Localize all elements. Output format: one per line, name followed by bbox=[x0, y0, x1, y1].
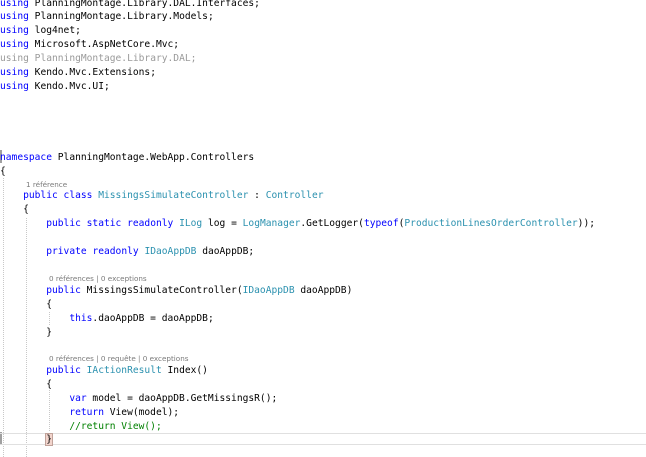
keyword-public: public bbox=[46, 218, 81, 229]
keyword-using: using bbox=[0, 67, 29, 78]
code-line: { bbox=[0, 298, 52, 311]
base-class: Controller bbox=[265, 190, 324, 201]
code-line: { bbox=[0, 378, 52, 391]
dao-field: daoAppDB; bbox=[196, 246, 255, 257]
code-line: return View(model); bbox=[0, 406, 179, 419]
keyword-readonly: readonly bbox=[127, 218, 174, 229]
close-brace-highlighted[interactable]: } bbox=[45, 433, 53, 446]
keyword-using: using bbox=[0, 0, 29, 9]
typeof-argument: ProductionLinesOrderController bbox=[404, 218, 578, 229]
keyword-using: using bbox=[0, 39, 29, 50]
code-line: using Kendo.Mvc.UI; bbox=[0, 80, 110, 93]
code-line: public MissingsSimulateController(IDaoAp… bbox=[0, 284, 352, 297]
open-brace: { bbox=[0, 166, 6, 177]
code-editor[interactable]: using PlanningMontage.Library.DAL.Interf… bbox=[0, 0, 646, 457]
using-namespace: Microsoft.AspNetCore.Mvc; bbox=[34, 39, 180, 50]
keyword-readonly: readonly bbox=[92, 246, 139, 257]
code-line: private readonly IDaoAppDB daoAppDB; bbox=[0, 245, 254, 258]
code-line[interactable]: } bbox=[0, 433, 53, 446]
codelens-index-references[interactable]: 0 références | 0 requête | 0 exceptions bbox=[49, 354, 189, 364]
logmanager-type: LogManager bbox=[242, 218, 301, 229]
keyword-return: return bbox=[69, 407, 104, 418]
code-line: using PlanningMontage.Library.DAL.Interf… bbox=[0, 0, 260, 10]
keyword-namespace: namespace bbox=[0, 152, 52, 163]
ilog-type: ILog bbox=[179, 218, 203, 229]
code-line: using Microsoft.AspNetCore.Mvc; bbox=[0, 38, 179, 51]
keyword-this: this bbox=[69, 313, 93, 324]
codelens-constructor-references[interactable]: 0 références | 0 exceptions bbox=[49, 274, 147, 284]
code-line: using log4net; bbox=[0, 24, 81, 37]
constructor-name: MissingsSimulateController( bbox=[86, 285, 243, 296]
class-name: MissingsSimulateController bbox=[98, 190, 249, 201]
code-line: this.daoAppDB = daoAppDB; bbox=[0, 312, 214, 325]
action-result-type: IActionResult bbox=[86, 365, 162, 376]
keyword-public: public bbox=[23, 190, 58, 201]
keyword-typeof: typeof bbox=[363, 218, 399, 229]
keyword-private: private bbox=[46, 246, 87, 257]
colon: : bbox=[248, 190, 266, 201]
code-line: public IActionResult Index() bbox=[0, 364, 208, 377]
constructor-body: .daoAppDB = daoAppDB; bbox=[92, 313, 214, 324]
code-line: namespace PlanningMontage.WebApp.Control… bbox=[0, 151, 254, 164]
using-namespace: Kendo.Mvc.Extensions; bbox=[34, 67, 156, 78]
keyword-static: static bbox=[86, 218, 122, 229]
getlogger-call: .GetLogger( bbox=[300, 218, 364, 229]
code-line: } bbox=[0, 326, 52, 339]
namespace-name: PlanningMontage.WebApp.Controllers bbox=[57, 152, 255, 163]
using-namespace: PlanningMontage.Library.Models; bbox=[34, 11, 214, 22]
using-namespace: log4net; bbox=[34, 25, 81, 36]
constructor-param: daoAppDB) bbox=[294, 285, 353, 296]
using-namespace: Kendo.Mvc.UI; bbox=[34, 81, 110, 92]
code-line: var model = daoAppDB.GetMissingsR(); bbox=[0, 392, 277, 405]
code-line: using Kendo.Mvc.Extensions; bbox=[0, 66, 156, 79]
close-brace: } bbox=[46, 327, 52, 338]
comment-return: //return View(); bbox=[69, 421, 162, 432]
code-line: using PlanningMontage.Library.Models; bbox=[0, 10, 214, 23]
getlogger-end: )); bbox=[577, 218, 595, 229]
open-brace: { bbox=[46, 299, 52, 310]
index-signature: Index() bbox=[161, 365, 208, 376]
keyword-var: var bbox=[69, 393, 87, 404]
using-namespace: PlanningMontage.Library.DAL.Interfaces; bbox=[34, 0, 260, 9]
current-line-highlight bbox=[0, 433, 646, 445]
dao-type: IDaoAppDB bbox=[242, 285, 295, 296]
log-assign: log = bbox=[202, 218, 243, 229]
keyword-public: public bbox=[46, 285, 81, 296]
open-brace: { bbox=[23, 204, 29, 215]
open-brace: { bbox=[46, 379, 52, 390]
var-model-statement: model = daoAppDB.GetMissingsR(); bbox=[86, 393, 278, 404]
code-line: { bbox=[0, 165, 6, 178]
using-namespace: PlanningMontage.Library.DAL; bbox=[34, 53, 197, 64]
keyword-using: using bbox=[0, 11, 29, 22]
keyword-using: using bbox=[0, 25, 29, 36]
code-line: //return View(); bbox=[0, 420, 162, 433]
code-line: public static readonly ILog log = LogMan… bbox=[46, 218, 595, 229]
keyword-using: using bbox=[0, 81, 29, 92]
dao-type: IDaoAppDB bbox=[144, 246, 197, 257]
return-view-statement: View(model); bbox=[103, 407, 180, 418]
keyword-class: class bbox=[63, 190, 93, 201]
code-line: public class MissingsSimulateController … bbox=[0, 189, 324, 202]
keyword-using: using bbox=[0, 53, 29, 64]
keyword-public: public bbox=[46, 365, 81, 376]
code-line: { bbox=[0, 203, 29, 216]
code-line-unused: using PlanningMontage.Library.DAL; bbox=[0, 52, 196, 65]
